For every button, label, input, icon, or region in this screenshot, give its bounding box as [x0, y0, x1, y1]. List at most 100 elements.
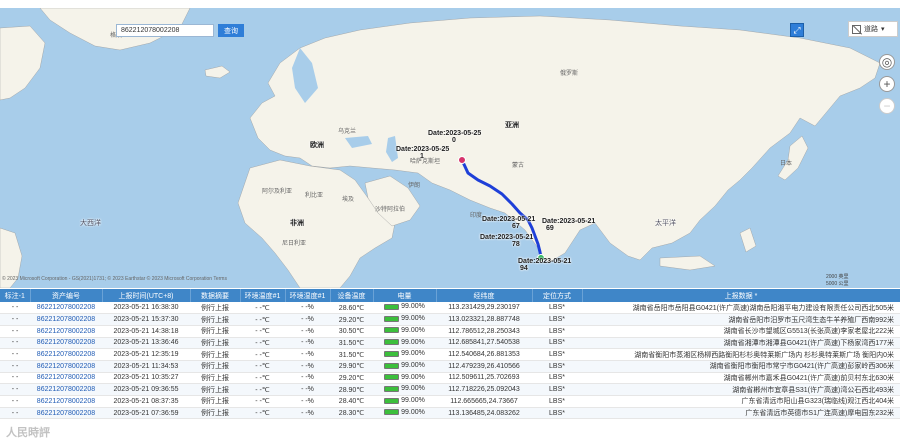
- location-mode-cell: LBS*: [532, 348, 582, 361]
- device-temp-cell: 29.90℃: [330, 360, 373, 373]
- search-button[interactable]: 查询: [218, 24, 244, 37]
- address-cell: 湖南省郴州市嘉禾县G0421(许广高速)前贝村东北630米: [582, 372, 900, 385]
- asset-id-cell[interactable]: 862212078002208: [30, 360, 102, 373]
- asset-id-cell[interactable]: 862212078002208: [30, 302, 102, 315]
- region-name: 阿尔及利亚: [262, 189, 293, 195]
- watermark: 人民時評: [6, 427, 50, 439]
- env-humidity-cell: - -%: [285, 313, 330, 326]
- battery-cell: 99.00%: [373, 348, 436, 361]
- device-temp-cell: 30.50℃: [330, 325, 373, 338]
- coordinates-cell: 113.231429,29.230197: [436, 302, 532, 315]
- report-time-cell: 2023-05-21 14:38:18: [102, 325, 190, 338]
- table-row[interactable]: - -862212078002208 2023-05-21 15:37:30 例行上…: [0, 313, 900, 326]
- env-temp-cell: - -℃: [240, 407, 285, 420]
- table-header-row: 标注-1 资产编号 上报时间(UTC+8) 数据摘要 环境温度#1 环境湿度#1…: [0, 289, 900, 302]
- column-header[interactable]: 经纬度: [436, 289, 533, 302]
- device-temp-cell: 29.20℃: [330, 372, 373, 385]
- ocean-label-atlantic: 大西洋: [80, 220, 101, 227]
- table-row[interactable]: - -862212078002208 2023-05-21 13:36:46 例行上…: [0, 337, 900, 350]
- column-header[interactable]: 上报时间(UTC+8): [102, 289, 191, 302]
- column-header[interactable]: 数据摘要: [190, 289, 241, 302]
- column-header[interactable]: 设备温度: [330, 289, 374, 302]
- table-row[interactable]: - -862212078002208 2023-05-21 08:37:35 例行上…: [0, 395, 900, 408]
- column-header[interactable]: 资产编号: [30, 289, 103, 302]
- table-row[interactable]: - -862212078002208 2023-05-21 12:35:19 例行上…: [0, 348, 900, 361]
- report-time-cell: 2023-05-21 16:38:30: [102, 302, 190, 315]
- column-header[interactable]: 环境湿度#1: [285, 289, 331, 302]
- report-time-cell: 2023-05-21 09:36:55: [102, 383, 190, 396]
- asset-id-cell[interactable]: 862212078002208: [30, 337, 102, 350]
- table-row[interactable]: - -862212078002208 2023-05-21 14:38:18 例行上…: [0, 325, 900, 338]
- route-marker-label: Date:2023-05-25 1: [396, 146, 450, 160]
- env-temp-cell: - -℃: [240, 313, 285, 326]
- table-row[interactable]: - -862212078002208 2023-05-21 09:36:55 例行上…: [0, 383, 900, 396]
- zoom-out-button[interactable]: −: [879, 98, 895, 114]
- battery-icon: [384, 374, 400, 381]
- battery-label: 99.00%: [401, 385, 425, 393]
- fullscreen-button[interactable]: ⤢: [790, 23, 804, 37]
- label-cell: - -: [0, 348, 30, 361]
- table-row[interactable]: - -862212078002208 2023-05-21 10:35:27 例行上…: [0, 372, 900, 385]
- battery-indicator: 99.00%: [384, 350, 425, 357]
- location-mode-cell: LBS*: [532, 395, 582, 408]
- asset-id-cell[interactable]: 862212078002208: [30, 395, 102, 408]
- battery-label: 99.00%: [401, 315, 425, 323]
- region-name: 沙特阿拉伯: [375, 207, 406, 213]
- coordinates-cell: 112.509611,25.702693: [436, 372, 532, 385]
- table-row[interactable]: - -862212078002208 2023-05-21 07:36:59 例行上…: [0, 407, 900, 420]
- label-cell: - -: [0, 383, 30, 396]
- env-humidity-cell: - -%: [285, 372, 330, 385]
- column-header[interactable]: 电量: [373, 289, 437, 302]
- asset-id-cell[interactable]: 862212078002208: [30, 348, 102, 361]
- chevron-down-icon: ▾: [881, 26, 885, 33]
- report-time-cell: 2023-05-21 08:37:35: [102, 395, 190, 408]
- battery-cell: 99.00%: [373, 360, 436, 373]
- locate-button[interactable]: ◎: [879, 54, 895, 70]
- table-row[interactable]: - -862212078002208 2023-05-21 11:34:53 例行上…: [0, 360, 900, 373]
- device-temp-cell: 28.40℃: [330, 395, 373, 408]
- battery-indicator: 99.00%: [384, 315, 425, 322]
- label-cell: - -: [0, 407, 30, 420]
- battery-icon: [384, 385, 400, 392]
- continent-label-africa: 非洲: [290, 220, 304, 227]
- column-header[interactable]: 标注-1: [0, 289, 31, 302]
- battery-indicator: 99.00%: [384, 385, 425, 392]
- summary-cell: 例行上报: [190, 313, 240, 326]
- battery-cell: 99.00%: [373, 383, 436, 396]
- column-header[interactable]: 定位方式: [532, 289, 583, 302]
- device-search-input[interactable]: [116, 24, 214, 37]
- report-time-cell: 2023-05-21 13:36:46: [102, 337, 190, 350]
- continent-label-europe: 欧洲: [310, 142, 324, 149]
- world-map: [0, 8, 881, 288]
- label-cell: - -: [0, 360, 30, 373]
- asset-id-cell[interactable]: 862212078002208: [30, 407, 102, 420]
- zoom-in-button[interactable]: +: [879, 76, 895, 92]
- battery-indicator: 99.00%: [384, 397, 425, 404]
- target-icon: ◎: [881, 55, 893, 69]
- battery-label: 99.00%: [401, 373, 425, 381]
- asset-id-cell[interactable]: 862212078002208: [30, 325, 102, 338]
- column-header[interactable]: 环境温度#1: [240, 289, 286, 302]
- label-cell: - -: [0, 395, 30, 408]
- map-layer-select[interactable]: 道路 ▾: [848, 21, 898, 37]
- env-temp-cell: - -℃: [240, 337, 285, 350]
- report-time-cell: 2023-05-21 07:36:59: [102, 407, 190, 420]
- env-humidity-cell: - -%: [285, 407, 330, 420]
- column-header[interactable]: 上报数据 *: [582, 289, 900, 302]
- env-temp-cell: - -℃: [240, 325, 285, 338]
- device-temp-cell: 28.60℃: [330, 302, 373, 315]
- battery-label: 99.00%: [401, 338, 425, 346]
- coordinates-cell: 112.718226,25.092043: [436, 383, 532, 396]
- battery-cell: 99.00%: [373, 302, 436, 315]
- asset-id-cell[interactable]: 862212078002208: [30, 383, 102, 396]
- map-scale: 2000 英里 5000 公里: [826, 274, 849, 288]
- map-panel[interactable]: 亚洲 欧洲 非洲 大西洋 太平洋 格陵兰 蒙古 俄罗斯 哈萨克斯坦 日本 乌克兰…: [0, 8, 900, 288]
- device-temp-cell: 28.30℃: [330, 407, 373, 420]
- report-time-cell: 2023-05-21 12:35:19: [102, 348, 190, 361]
- address-cell: 湖南省长沙市望城区G5513(长张高速)李家老屋北222米: [582, 325, 900, 338]
- label-cell: - -: [0, 372, 30, 385]
- table-row[interactable]: - -862212078002208 2023-05-21 16:38:30 例行上…: [0, 302, 900, 315]
- asset-id-cell[interactable]: 862212078002208: [30, 313, 102, 326]
- asset-id-cell[interactable]: 862212078002208: [30, 372, 102, 385]
- region-name: 尼日利亚: [282, 241, 307, 247]
